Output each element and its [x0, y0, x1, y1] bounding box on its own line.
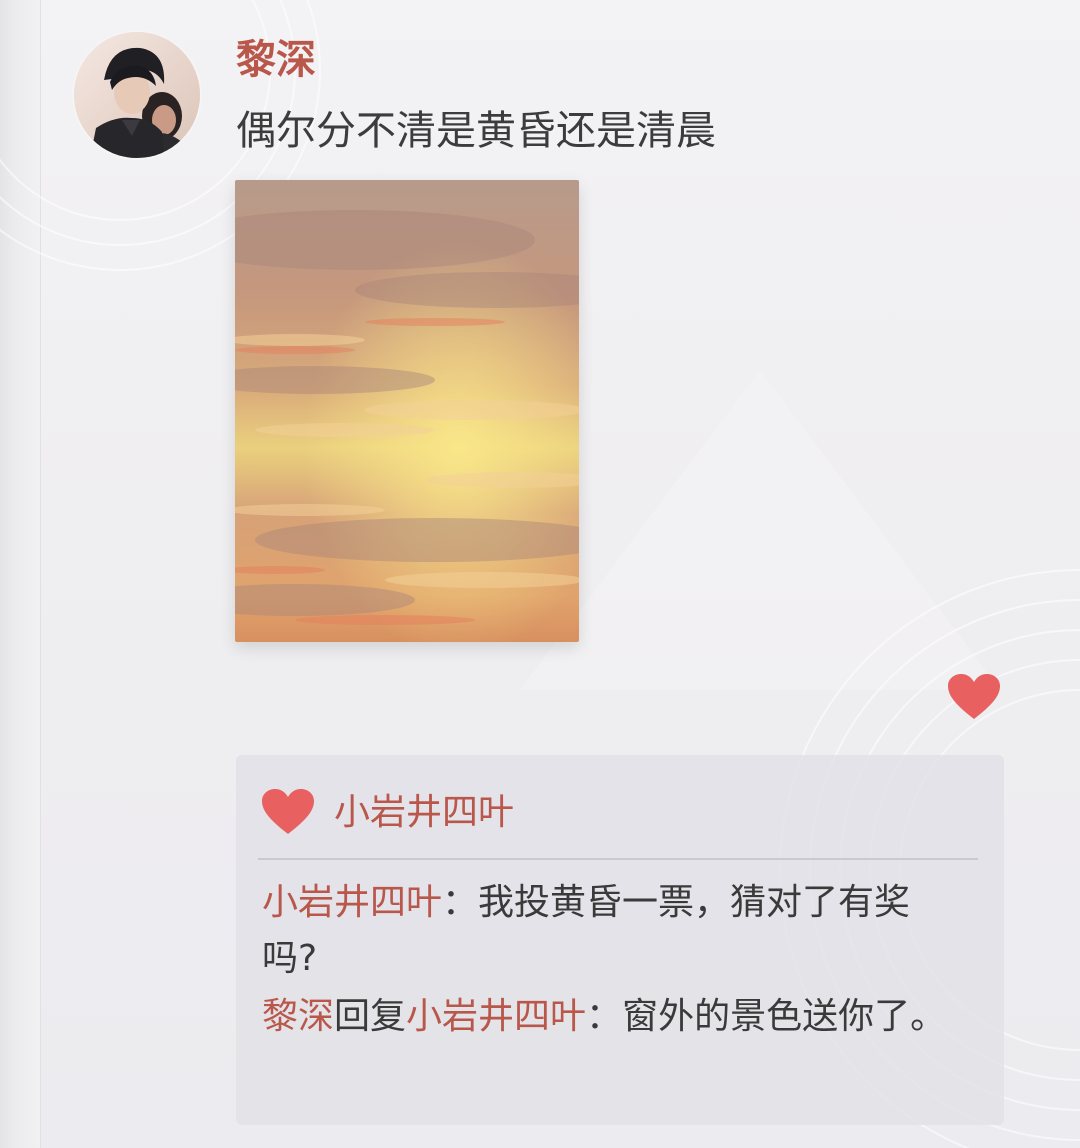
comment-user-name[interactable]: 黎深 — [262, 996, 334, 1037]
reply-label: 回复 — [334, 996, 407, 1037]
likes-row: 小岩井四叶 — [236, 783, 1004, 843]
author-avatar[interactable] — [74, 32, 200, 158]
comment-separator: ： — [586, 996, 623, 1037]
comment-separator: ： — [442, 882, 479, 923]
comment-user-name[interactable]: 小岩井四叶 — [262, 882, 442, 923]
comment-item[interactable]: 黎深回复小岩井四叶：窗外的景色送你了。 — [262, 989, 962, 1045]
liker-name[interactable]: 小岩井四叶 — [334, 783, 514, 843]
like-button[interactable] — [946, 672, 1002, 722]
divider — [258, 858, 978, 860]
heart-icon — [260, 787, 316, 837]
post-author-name[interactable]: 黎深 — [236, 34, 316, 86]
comment-item[interactable]: 小岩井四叶：我投黄昏一票，猜对了有奖吗? — [262, 875, 962, 987]
comment-panel: 小岩井四叶 小岩井四叶：我投黄昏一票，猜对了有奖吗? 黎深回复小岩井四叶：窗外的… — [236, 755, 1004, 1125]
left-edge-panel — [0, 0, 41, 1148]
comment-text: 窗外的景色送你了。 — [622, 996, 947, 1037]
post-photo[interactable] — [235, 180, 579, 642]
post-text: 偶尔分不清是黄昏还是清晨 — [236, 108, 716, 154]
heart-icon — [948, 674, 1000, 719]
reply-target-name[interactable]: 小岩井四叶 — [406, 996, 586, 1037]
